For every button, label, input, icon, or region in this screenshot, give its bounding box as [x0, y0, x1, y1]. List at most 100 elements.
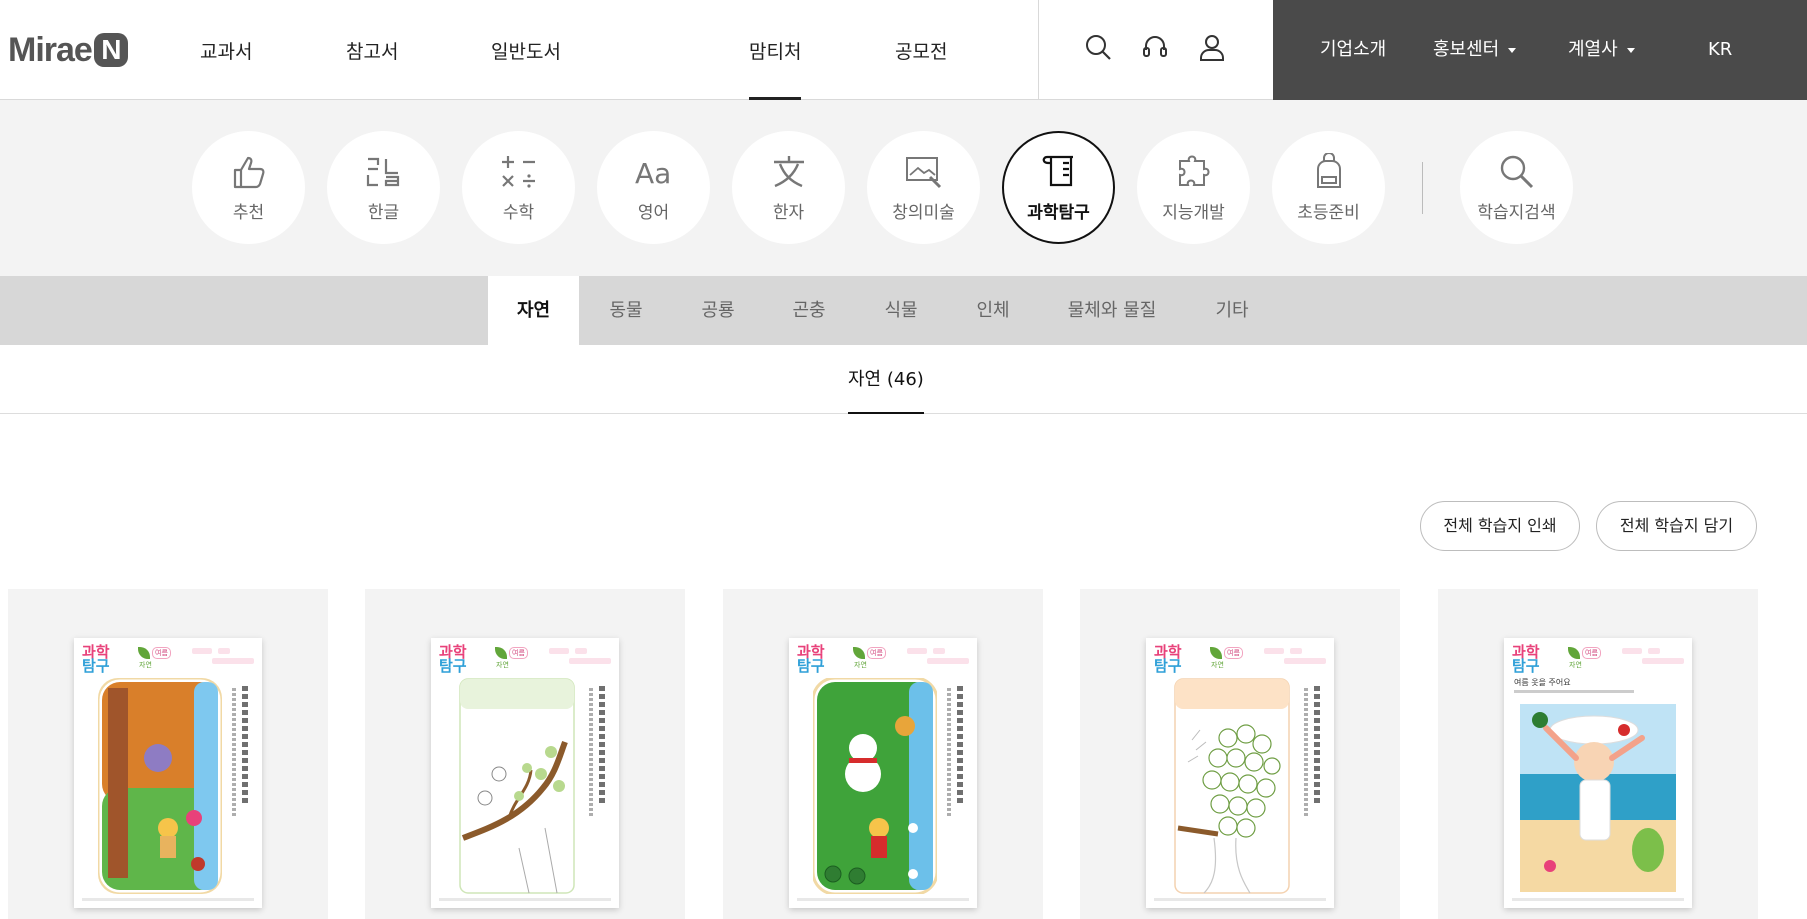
category-hanja[interactable]: 한자 — [732, 131, 845, 244]
subcategory-tabs: 자연 동물 공룡 곤충 식물 인체 물체와 물질 기타 — [0, 276, 1807, 345]
worksheet-name-fields — [1622, 648, 1684, 666]
worksheet-name-fields — [549, 648, 611, 666]
save-all-button[interactable]: 전체 학습지 담기 — [1596, 501, 1757, 551]
category-recommended[interactable]: 추천 — [192, 131, 305, 244]
category-school-prep[interactable]: 초등준비 — [1272, 131, 1385, 244]
tab-dinosaurs[interactable]: 공룡 — [673, 276, 763, 345]
category-label: 지능개발 — [1162, 203, 1225, 223]
corp-item-about-label: 기업소개 — [1320, 39, 1387, 60]
worksheet-brand: 과학 탐구 — [797, 643, 825, 675]
category-label: 창의미술 — [892, 203, 955, 223]
gnb-item-momteacher[interactable]: 맘티처 — [749, 0, 802, 100]
result-count-row: 자연 (46) — [0, 345, 1807, 414]
worksheet-title-text — [599, 686, 605, 806]
worksheet-search-button[interactable]: 학습지검색 — [1460, 131, 1573, 244]
worksheet-brand: 과학 탐구 — [82, 643, 110, 675]
worksheet-desc-text — [1304, 688, 1308, 818]
user-icon[interactable] — [1197, 30, 1227, 64]
category-separator — [1422, 162, 1423, 214]
worksheet-subtitle: 자연 — [496, 661, 509, 669]
category-english[interactable]: Aa 영어 — [597, 131, 710, 244]
worksheet-brand: 과학 탐구 — [1154, 643, 1182, 675]
logo-text: Mirae — [8, 30, 93, 69]
category-science[interactable]: 과학탐구 — [1002, 131, 1115, 244]
headset-icon[interactable] — [1140, 30, 1170, 64]
worksheet-footer — [1512, 898, 1684, 901]
tab-animals[interactable]: 동물 — [579, 276, 673, 345]
worksheet-thumbnail: 과학 탐구 여름 자연 — [789, 638, 977, 908]
tab-human-body[interactable]: 인체 — [947, 276, 1039, 345]
leaf-icon — [1568, 647, 1580, 659]
tab-insects[interactable]: 곤충 — [763, 276, 855, 345]
print-all-button[interactable]: 전체 학습지 인쇄 — [1420, 501, 1580, 551]
worksheet-tag: 여름 — [1224, 647, 1243, 659]
worksheet-subtitle: 자연 — [139, 661, 152, 669]
leaf-icon — [495, 647, 507, 659]
category-label: 초등준비 — [1297, 203, 1360, 223]
gnb-item-general-books[interactable]: 일반도서 — [491, 0, 561, 100]
language-label: KR — [1708, 39, 1733, 60]
category-label: 한글 — [367, 203, 400, 223]
worksheet-card[interactable]: 과학 탐구 여름 자연 — [723, 589, 1043, 919]
aa-icon: Aa — [632, 152, 676, 192]
tab-etc[interactable]: 기타 — [1185, 276, 1279, 345]
worksheet-desc-text — [589, 688, 593, 818]
worksheet-title-text — [1314, 686, 1320, 806]
mirae-n-logo[interactable]: Mirae N — [8, 30, 128, 70]
worksheet-footer — [439, 898, 611, 901]
backpack-icon — [1307, 152, 1351, 192]
worksheet-brand: 과학 탐구 — [1512, 643, 1540, 675]
leaf-icon — [1210, 647, 1222, 659]
worksheet-card[interactable]: 과학 탐구 여름 자연 여름 옷을 주어요 — [1438, 589, 1758, 919]
gnb-item-textbook[interactable]: 교과서 — [200, 0, 252, 100]
hanja-icon — [767, 152, 811, 192]
language-selector[interactable]: KR — [1708, 0, 1732, 100]
worksheet-brand: 과학 탐구 — [439, 643, 467, 675]
worksheet-card[interactable]: 과학 탐구 여름 자연 — [8, 589, 328, 919]
worksheet-subtitle: 자연 — [1211, 661, 1224, 669]
tab-plants[interactable]: 식물 — [855, 276, 947, 345]
gnb-item-contest[interactable]: 공모전 — [895, 0, 947, 100]
corp-item-about[interactable]: 기업소개 — [1320, 0, 1386, 100]
worksheet-title-text — [242, 686, 248, 806]
worksheet-footer — [797, 898, 969, 901]
worksheet-subtitle: 자연 — [1569, 661, 1582, 669]
search-icon — [1495, 152, 1539, 192]
category-label: 영어 — [637, 203, 670, 223]
site-header: Mirae N 교과서 참고서 일반도서 맘티처 공모전 기업소개 홍보센터 계… — [0, 0, 1807, 100]
beaker-icon — [1037, 152, 1081, 192]
worksheet-tag: 여름 — [867, 647, 886, 659]
worksheet-thumbnail: 과학 탐구 여름 자연 — [74, 638, 262, 908]
category-math[interactable]: 수학 — [462, 131, 575, 244]
worksheet-illustration — [459, 678, 575, 894]
corp-item-pr-center[interactable]: 홍보센터 — [1433, 0, 1517, 100]
category-creative-art[interactable]: 창의미술 — [867, 131, 980, 244]
worksheet-illustration — [1520, 704, 1676, 892]
util-divider — [1038, 0, 1039, 100]
search-icon[interactable] — [1083, 30, 1113, 64]
category-label: 과학탐구 — [1027, 203, 1090, 223]
category-label: 학습지검색 — [1477, 203, 1556, 223]
worksheet-illustration — [1174, 678, 1290, 894]
puzzle-icon — [1172, 152, 1216, 192]
category-label: 수학 — [502, 203, 535, 223]
corp-item-affiliates[interactable]: 계열사 — [1568, 0, 1635, 100]
tab-nature[interactable]: 자연 — [488, 276, 579, 345]
result-count-tab[interactable]: 자연 (46) — [848, 345, 924, 414]
worksheet-name-fields — [907, 648, 969, 666]
worksheet-thumbnail: 과학 탐구 여름 자연 — [1146, 638, 1334, 908]
worksheet-illustration — [813, 678, 937, 894]
worksheet-card[interactable]: 과학 탐구 여름 자연 — [365, 589, 685, 919]
worksheet-tag: 여름 — [152, 647, 171, 659]
category-label: 한자 — [772, 203, 805, 223]
worksheet-illustration — [98, 678, 222, 894]
hangul-icon — [362, 152, 406, 192]
category-hangul[interactable]: 한글 — [327, 131, 440, 244]
category-intelligence[interactable]: 지능개발 — [1137, 131, 1250, 244]
category-band: 추천 한글 수학 Aa 영어 한자 창의미술 과학탐구 지능개발 초등준비 학습… — [0, 100, 1807, 276]
worksheet-card[interactable]: 과학 탐구 여름 자연 — [1080, 589, 1400, 919]
tab-objects-materials[interactable]: 물체와 물질 — [1039, 276, 1185, 345]
gnb-item-reference[interactable]: 참고서 — [346, 0, 398, 100]
worksheet-thumbnail: 과학 탐구 여름 자연 여름 옷을 주어요 — [1504, 638, 1692, 908]
corp-item-pr-center-label: 홍보센터 — [1433, 39, 1500, 60]
